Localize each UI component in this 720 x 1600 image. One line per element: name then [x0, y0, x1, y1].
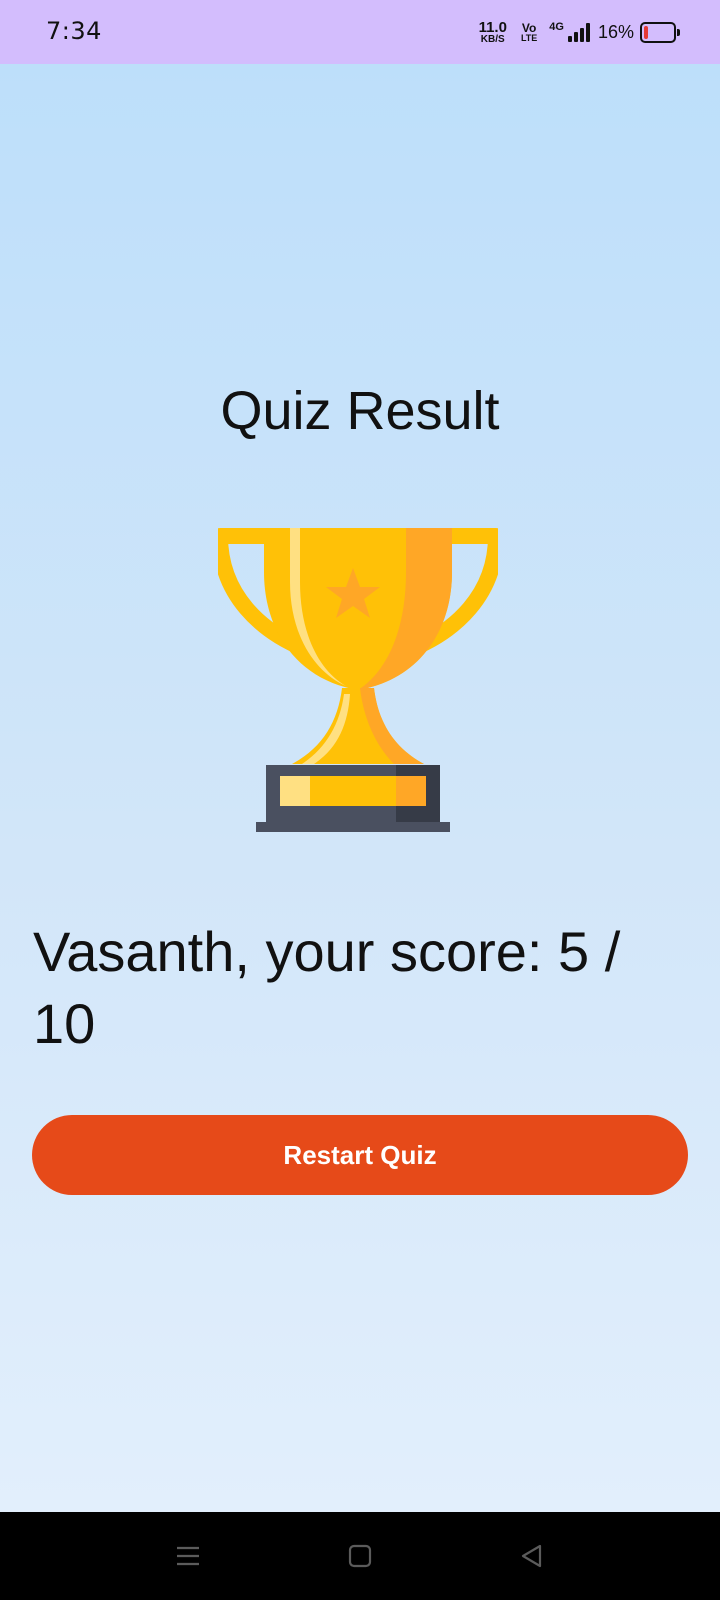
status-icons: 11.0 KB/S Vo LTE 4G 16%	[479, 16, 680, 48]
menu-icon[interactable]	[158, 1532, 218, 1580]
status-bar: 7:34 11.0 KB/S Vo LTE 4G 16%	[0, 0, 720, 64]
result-screen: Quiz Result Vasanth, your score: 5 / 10 …	[0, 64, 720, 1512]
page-title: Quiz Result	[220, 381, 500, 441]
navigation-bar	[0, 1512, 720, 1600]
network-type: 4G	[549, 21, 564, 33]
score-text: Vasanth, your score: 5 / 10	[33, 920, 621, 1055]
status-time: 7:34	[46, 17, 102, 45]
battery-fill	[644, 25, 648, 39]
restart-quiz-button[interactable]: Restart Quiz	[32, 1115, 688, 1195]
battery-percent: 16%	[597, 21, 634, 42]
network-speed-unit: KB/S	[480, 33, 505, 45]
trophy-icon	[218, 528, 498, 832]
network-speed-value: 11.0	[478, 18, 507, 36]
back-icon[interactable]	[502, 1532, 562, 1580]
home-icon[interactable]	[330, 1532, 390, 1580]
volte-icon: Vo LTE	[521, 22, 537, 43]
volte-label-bottom: LTE	[520, 32, 538, 43]
battery-icon	[640, 21, 680, 43]
network-speed: 11.0 KB/S	[479, 20, 507, 45]
volte-label-top: Vo	[521, 20, 537, 35]
signal-icon	[566, 22, 590, 42]
